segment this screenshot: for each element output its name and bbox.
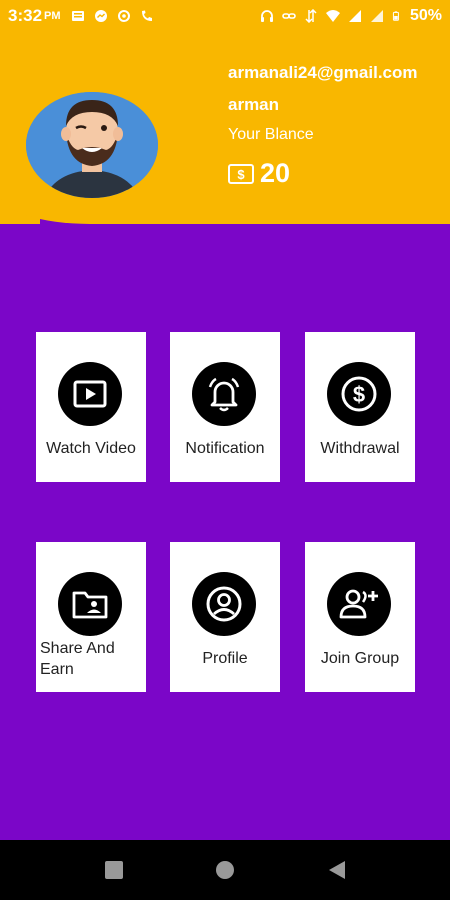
status-time: 3:32 (8, 6, 43, 25)
avatar-image (26, 92, 158, 198)
profile-card[interactable]: Profile (170, 542, 280, 692)
call-icon (141, 10, 152, 21)
avatar[interactable] (26, 92, 158, 198)
join-group-card[interactable]: Join Group (305, 542, 415, 692)
navigation-bar (0, 840, 450, 900)
signal-icon (348, 10, 361, 22)
profile-label: Profile (202, 650, 248, 667)
headphones-icon (260, 10, 273, 22)
status-right: 50% (260, 7, 442, 25)
withdrawal-card[interactable]: $ Withdrawal (305, 332, 415, 482)
circle-icon (216, 861, 234, 879)
back-button[interactable] (327, 860, 347, 885)
wifi-icon (325, 10, 340, 22)
user-name: arman (228, 95, 280, 114)
back-triangle-icon (329, 861, 345, 879)
home-button[interactable] (215, 860, 235, 885)
status-bar: 3:32 PM 50% (0, 0, 450, 32)
share-and-earn-label: Share And Earn (40, 640, 115, 678)
signal-2-icon (370, 10, 383, 22)
join-group-label: Join Group (320, 650, 400, 667)
balance-row: $ 20 (228, 158, 290, 189)
share-and-earn-card[interactable]: Share And Earn (36, 542, 146, 692)
user-email: armanali24@gmail.com (228, 63, 418, 82)
notification-icons (71, 9, 154, 23)
watch-video-card[interactable]: Watch Video (36, 332, 146, 482)
battery-icon (392, 11, 399, 21)
folder-share-icon (58, 572, 122, 636)
money-icon: $ (228, 163, 254, 184)
watch-video-label: Watch Video (46, 440, 136, 457)
notification-label: Notification (185, 440, 265, 457)
settings-icon (117, 10, 130, 22)
svg-text:$: $ (353, 382, 365, 407)
profile-icon (192, 572, 256, 636)
status-ampm: PM (44, 10, 61, 22)
play-icon (58, 362, 122, 426)
link-icon (282, 13, 296, 19)
battery-percent: 50% (409, 7, 442, 24)
balance-label: Your Blance (228, 126, 314, 143)
news-icon (71, 11, 84, 21)
dollar-icon: $ (327, 362, 391, 426)
add-group-icon (327, 572, 391, 636)
bell-icon (192, 362, 256, 426)
messenger-icon (94, 10, 107, 22)
data-transfer-icon (305, 9, 317, 23)
balance-value: 20 (260, 158, 291, 188)
recents-button[interactable] (104, 860, 124, 885)
square-icon (105, 861, 123, 879)
withdrawal-label: Withdrawal (320, 440, 400, 457)
notification-card[interactable]: Notification (170, 332, 280, 482)
svg-text:$: $ (237, 167, 245, 182)
